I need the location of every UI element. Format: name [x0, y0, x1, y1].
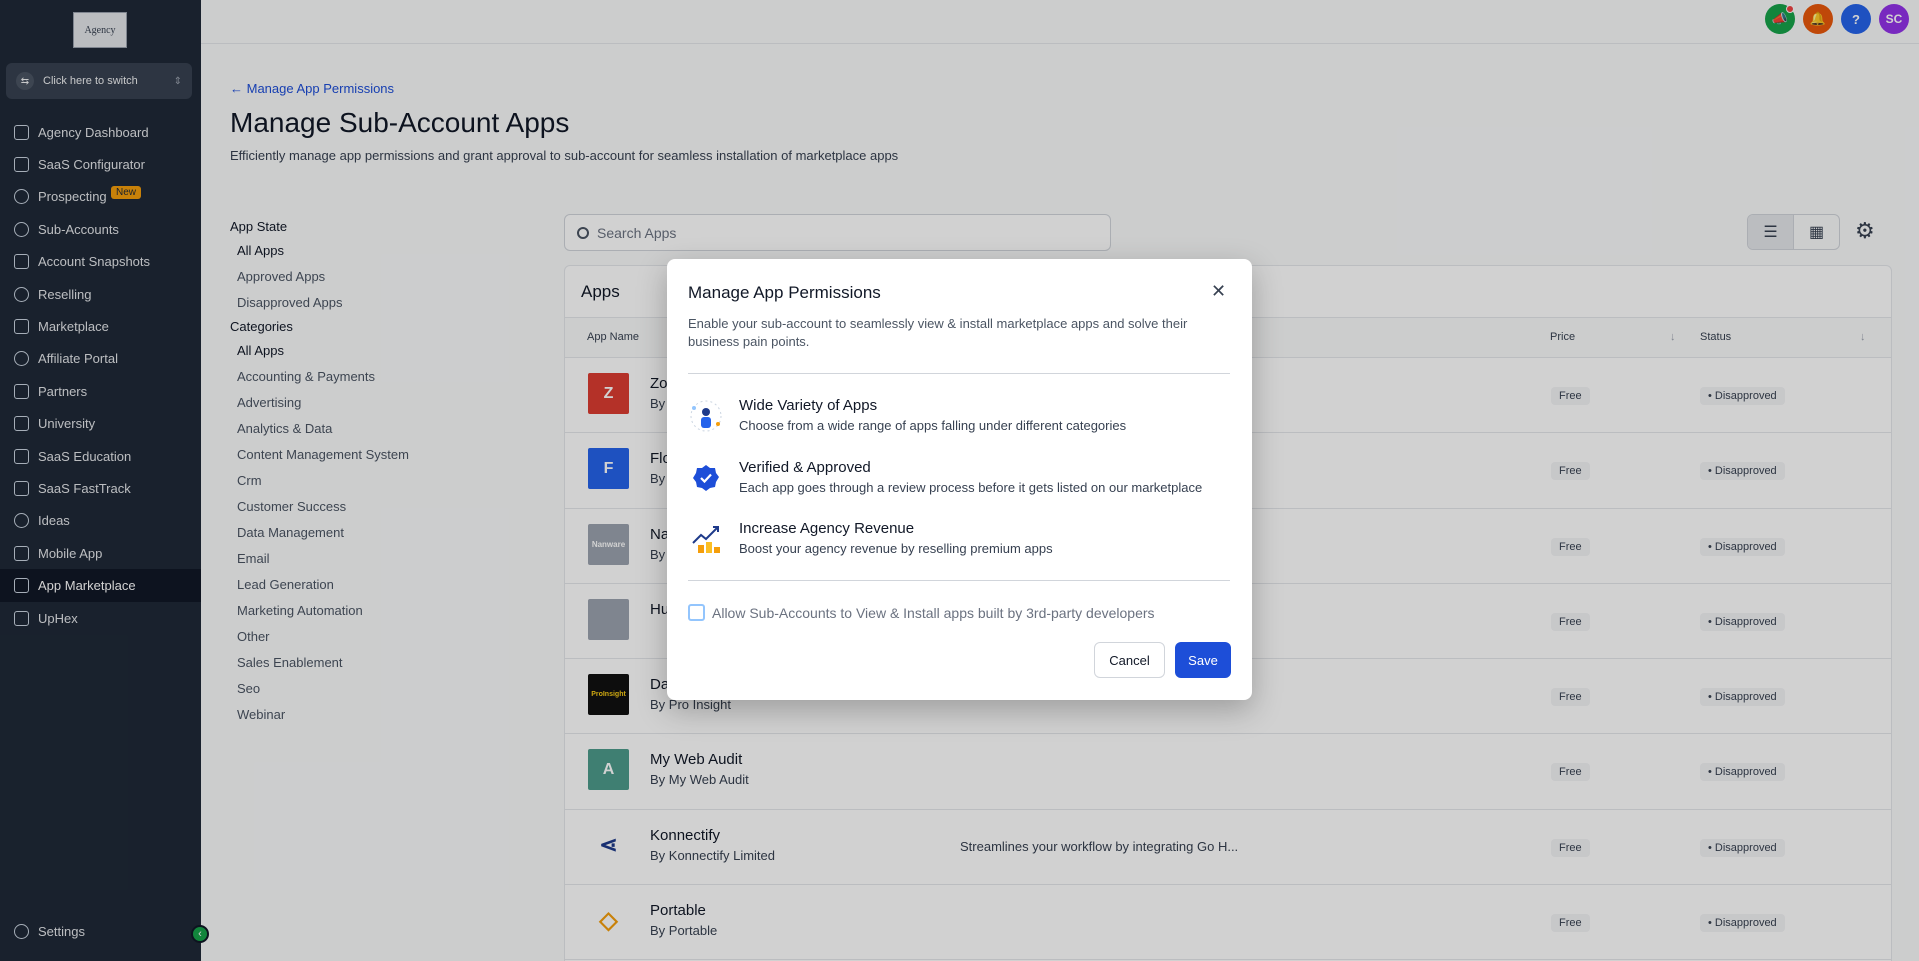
- divider: [688, 373, 1230, 374]
- manage-permissions-modal: Manage App Permissions ✕ Enable your sub…: [667, 259, 1252, 700]
- allow-third-party-row[interactable]: Allow Sub-Accounts to View & Install app…: [688, 604, 1155, 621]
- close-icon[interactable]: ✕: [1211, 281, 1226, 302]
- save-button[interactable]: Save: [1175, 642, 1231, 678]
- allow-third-party-checkbox[interactable]: [688, 604, 705, 621]
- feature-description: Choose from a wide range of apps falling…: [739, 418, 1127, 433]
- feature-title: Wide Variety of Apps: [739, 397, 878, 414]
- feature-description: Boost your agency revenue by reselling p…: [739, 541, 1053, 556]
- apps-variety-icon: [688, 398, 724, 434]
- feature-title: Verified & Approved: [739, 459, 871, 476]
- modal-description: Enable your sub-account to seamlessly vi…: [688, 316, 1188, 349]
- verified-check-icon: [688, 460, 724, 496]
- cancel-button[interactable]: Cancel: [1094, 642, 1165, 678]
- feature-revenue: Increase Agency Revenue Boost your agenc…: [688, 520, 1233, 570]
- checkbox-label: Allow Sub-Accounts to View & Install app…: [712, 604, 1155, 621]
- modal-title: Manage App Permissions: [688, 283, 881, 302]
- revenue-growth-icon: [688, 521, 724, 557]
- feature-wide-variety: Wide Variety of Apps Choose from a wide …: [688, 397, 1233, 447]
- feature-title: Increase Agency Revenue: [739, 520, 915, 537]
- feature-description: Each app goes through a review process b…: [739, 480, 1203, 495]
- divider: [688, 580, 1230, 581]
- feature-verified: Verified & Approved Each app goes throug…: [688, 459, 1233, 509]
